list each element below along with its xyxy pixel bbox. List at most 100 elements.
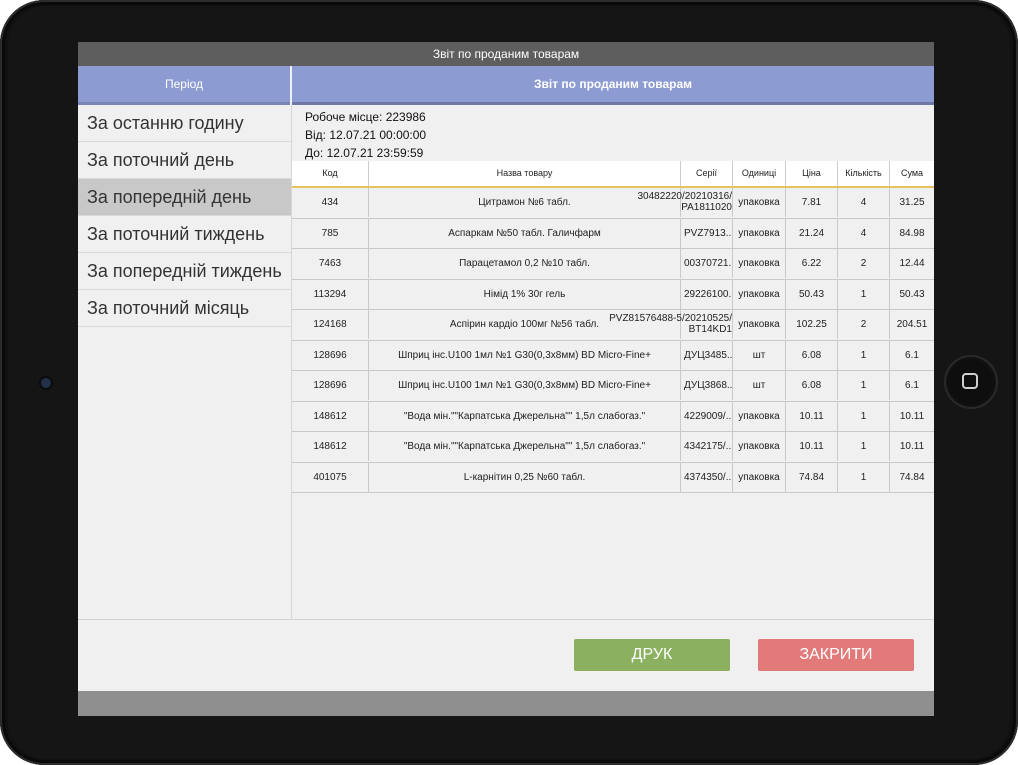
series-cell: 4342175/... — [681, 432, 733, 461]
period-item-current-week[interactable]: За поточний тиждень — [78, 216, 291, 253]
price-cell: 10.11 — [786, 432, 838, 461]
series-cell: ДУЦ3868... — [681, 371, 733, 400]
quantity-cell: 4 — [838, 188, 890, 217]
period-item-previous-day[interactable]: За попередній день — [78, 179, 291, 216]
table-row[interactable]: 785 Аспаркам №50 табл. Галичфарм PVZ7913..… — [292, 218, 934, 249]
price-cell: 6.22 — [786, 249, 838, 278]
sum-cell: 74.84 — [899, 471, 925, 483]
quantity-cell: 1 — [838, 340, 890, 370]
name-cell: Шприц інс.U100 1мл №1 G30(0,3х8мм) BD Mi… — [369, 371, 681, 400]
name-cell: Парацетамол 0,2 №10 табл. — [369, 249, 681, 278]
table-header: Код Назва товару Серії Одиниці Ціна Кіль… — [292, 161, 934, 188]
sum-cell: 50.43 — [899, 288, 925, 300]
table-row[interactable]: 128696 Шприц інс.U100 1мл №1 G30(0,3х8мм)… — [292, 340, 934, 371]
series-cell: 30482220/20210316/PA1811020 — [637, 188, 733, 217]
date-to-label: До: 12.07.21 23:59:59 — [305, 146, 424, 160]
price-cell: 10.11 — [786, 401, 838, 431]
sum-cell: 12.44 — [899, 258, 925, 269]
price-cell: 6.08 — [786, 371, 838, 400]
table-row[interactable]: 113294 Німід 1% 30г гель 29226100... упаков… — [292, 279, 934, 310]
unit-cell: шт — [733, 340, 786, 370]
report-header: Звіт по проданим товарам — [292, 66, 934, 105]
code-cell: 128696 — [292, 340, 369, 370]
table-row[interactable]: 128696 Шприц інс.U100 1мл №1 G30(0,3х8мм)… — [292, 371, 934, 402]
column-header-series[interactable]: Серії — [681, 161, 733, 186]
code-cell: 128696 — [292, 371, 369, 400]
name-cell: Аспаркам №50 табл. Галичфарм — [369, 218, 681, 248]
price-cell: 102.25 — [786, 310, 838, 339]
period-item-current-day[interactable]: За поточний день — [78, 142, 291, 179]
unit-cell: упаковка — [733, 310, 786, 339]
unit-cell: упаковка — [733, 188, 786, 217]
quantity-cell: 1 — [838, 401, 890, 431]
report-info: Робоче місце: 223986 Від: 12.07.21 00:00… — [305, 108, 426, 162]
quantity-cell: 2 — [838, 310, 890, 339]
sales-table: Код Назва товару Серії Одиниці Ціна Кіль… — [292, 161, 934, 619]
price-cell: 6.08 — [786, 340, 838, 370]
code-cell: 7463 — [292, 249, 369, 278]
name-cell: "Вода мін.""Карпатська Джерельна"" 1,5л … — [369, 432, 681, 461]
unit-cell: упаковка — [733, 218, 786, 248]
table-row[interactable]: 148612 "Вода мін.""Карпатська Джерельна""… — [292, 432, 934, 463]
sum-cell: 31.25 — [899, 197, 925, 208]
workplace-label: Робоче місце: 223986 — [305, 110, 426, 124]
name-cell: Німід 1% 30г гель — [369, 279, 681, 309]
table-row[interactable]: 7463 Парацетамол 0,2 №10 табл. 00370721...… — [292, 249, 934, 280]
code-cell: 434 — [292, 188, 369, 217]
series-cell: 00370721... — [681, 249, 733, 278]
period-item-previous-week[interactable]: За попередній тиждень — [78, 253, 291, 290]
column-header-name[interactable]: Назва товару — [369, 161, 681, 186]
quantity-cell: 1 — [838, 279, 890, 309]
table-row[interactable]: 124168 Аспірин кардіо 100мг №56 табл. PVZ8… — [292, 310, 934, 341]
unit-cell: упаковка — [733, 249, 786, 278]
name-cell: "Вода мін.""Карпатська Джерельна"" 1,5л … — [369, 401, 681, 431]
quantity-cell: 1 — [838, 432, 890, 461]
table-row[interactable]: 148612 "Вода мін.""Карпатська Джерельна""… — [292, 401, 934, 432]
price-cell: 7.81 — [786, 188, 838, 217]
code-cell: 148612 — [292, 432, 369, 461]
sum-cell: 10.11 — [899, 410, 925, 422]
unit-cell: упаковка — [733, 462, 786, 492]
unit-cell: упаковка — [733, 401, 786, 431]
footer-divider — [78, 619, 934, 620]
unit-cell: упаковка — [733, 279, 786, 309]
price-cell: 50.43 — [786, 279, 838, 309]
code-cell: 785 — [292, 218, 369, 248]
column-header-code[interactable]: Код — [292, 161, 369, 186]
name-cell: L-карнітин 0,25 №60 табл. — [369, 462, 681, 492]
code-cell: 113294 — [292, 279, 369, 309]
column-header-sum[interactable]: Сума — [890, 161, 934, 186]
app-screen: Звіт по проданим товарам Період За остан… — [78, 42, 934, 716]
sum-cell: 204.51 — [896, 319, 928, 330]
home-button[interactable] — [946, 357, 996, 407]
close-button[interactable]: ЗАКРИТИ — [758, 639, 914, 671]
quantity-cell: 1 — [838, 462, 890, 492]
name-cell: Цитрамон №6 табл. — [369, 188, 681, 217]
table-body: 434 Цитрамон №6 табл. 30482220/20210316/PA… — [292, 188, 934, 493]
name-cell: Шприц інс.U100 1мл №1 G30(0,3х8мм) BD Mi… — [369, 340, 681, 370]
quantity-cell: 4 — [838, 218, 890, 248]
code-cell: 124168 — [292, 310, 369, 339]
table-row[interactable]: 434 Цитрамон №6 табл. 30482220/20210316/PA… — [292, 188, 934, 219]
price-cell: 74.84 — [786, 462, 838, 492]
home-square-icon — [962, 373, 978, 389]
sum-cell: 6.1 — [905, 349, 919, 361]
column-header-quantity[interactable]: Кількість — [838, 161, 890, 186]
date-from-label: Від: 12.07.21 00:00:00 — [305, 128, 427, 142]
series-cell: 4229009/... — [681, 401, 733, 431]
period-item-last-hour[interactable]: За останню годину — [78, 105, 291, 142]
sum-cell: 6.1 — [905, 380, 919, 391]
period-item-current-month[interactable]: За поточний місяць — [78, 290, 291, 327]
code-cell: 401075 — [292, 462, 369, 492]
series-cell: 29226100... — [681, 279, 733, 309]
sum-cell: 84.98 — [899, 227, 925, 239]
quantity-cell: 2 — [838, 249, 890, 278]
series-cell: ДУЦ3485... — [681, 340, 733, 370]
column-header-unit[interactable]: Одиниці — [733, 161, 786, 186]
table-row[interactable]: 401075 L-карнітин 0,25 №60 табл. 4374350/.… — [292, 462, 934, 493]
tablet-frame: Звіт по проданим товарам Період За остан… — [0, 0, 1018, 765]
price-cell: 21.24 — [786, 218, 838, 248]
series-cell: PVZ81576488-5/20210525/BT14KD1 — [609, 310, 733, 339]
column-header-price[interactable]: Ціна — [786, 161, 838, 186]
print-button[interactable]: ДРУК — [574, 639, 730, 671]
